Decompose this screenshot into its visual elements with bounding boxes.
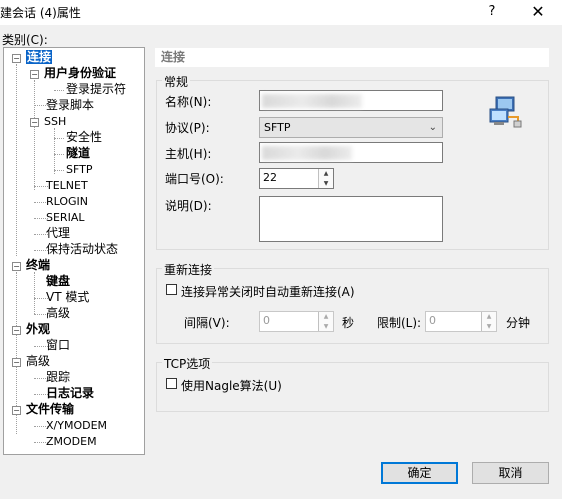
tree-item-xymodem[interactable]: X/YMODEM — [46, 419, 107, 432]
collapse-icon[interactable]: − — [12, 406, 21, 415]
interval-spinner[interactable]: ▲ ▼ — [318, 312, 333, 331]
category-tree[interactable]: − − − − − − − 连接 用户身份验证 登录提示符 登录脚本 SSH 安… — [3, 47, 145, 455]
redacted-host — [262, 146, 352, 160]
tree-item-login-script[interactable]: 登录脚本 — [46, 99, 94, 112]
general-group-title: 常规 — [162, 73, 191, 90]
nagle-checkbox[interactable] — [166, 378, 177, 389]
tree-item-connection[interactable]: 连接 — [26, 50, 53, 64]
tree-item-appearance[interactable]: 外观 — [26, 323, 50, 336]
minutes-label: 分钟 — [506, 316, 531, 330]
tree-item-keyboard[interactable]: 键盘 — [46, 275, 70, 288]
description-label: 说明(D): — [165, 199, 212, 213]
protocol-select[interactable]: SFTP ⌄ — [259, 117, 443, 138]
tree-item-trace[interactable]: 跟踪 — [46, 371, 70, 384]
ok-button[interactable]: 确定 — [381, 462, 458, 484]
protocol-label: 协议(P): — [165, 121, 210, 135]
tree-item-rlogin[interactable]: RLOGIN — [46, 195, 88, 208]
network-computer-icon — [488, 95, 522, 129]
category-label: 类别(C): — [2, 33, 48, 47]
limit-spinner[interactable]: ▲ ▼ — [481, 312, 496, 331]
host-label: 主机(H): — [165, 147, 212, 161]
tree-item-zmodem[interactable]: ZMODEM — [46, 435, 97, 448]
description-input[interactable] — [259, 196, 443, 242]
collapse-icon[interactable]: − — [12, 326, 21, 335]
tree-item-login-prompt[interactable]: 登录提示符 — [66, 83, 126, 96]
cancel-button[interactable]: 取消 — [472, 462, 549, 484]
collapse-icon[interactable]: − — [30, 118, 39, 127]
interval-value: 0 — [263, 314, 270, 327]
tree-item-window[interactable]: 窗口 — [46, 339, 70, 352]
tree-item-advanced[interactable]: 高级 — [26, 355, 50, 368]
port-value: 22 — [263, 171, 277, 184]
seconds-label: 秒 — [342, 316, 355, 330]
help-button[interactable]: ? — [478, 0, 506, 25]
auto-reconnect-checkbox[interactable] — [166, 284, 177, 295]
window-title: 新建会话 (4)属性 — [0, 6, 81, 20]
tree-item-proxy[interactable]: 代理 — [46, 227, 70, 240]
tree-item-ssh[interactable]: SSH — [44, 115, 66, 128]
tree-item-user-auth[interactable]: 用户身份验证 — [44, 67, 116, 80]
section-title: 连接 — [155, 48, 549, 67]
tree-item-keepalive[interactable]: 保持活动状态 — [46, 243, 118, 256]
protocol-value: SFTP — [264, 121, 291, 134]
tree-item-terminal[interactable]: 终端 — [26, 259, 50, 272]
port-label: 端口号(O): — [165, 172, 224, 186]
name-label: 名称(N): — [165, 95, 212, 109]
tree-item-tunnel[interactable]: 隧道 — [66, 147, 90, 160]
chevron-down-icon: ⌄ — [428, 122, 437, 133]
interval-label: 间隔(V): — [184, 316, 230, 330]
nagle-label: 使用Nagle算法(U) — [181, 379, 282, 393]
reconnect-group-title: 重新连接 — [162, 261, 215, 278]
port-input[interactable]: 22 ▲ ▼ — [259, 168, 334, 189]
reconnect-group — [156, 268, 549, 344]
tree-item-file-transfer[interactable]: 文件传输 — [26, 403, 74, 416]
tree-item-security[interactable]: 安全性 — [66, 131, 102, 144]
close-button[interactable]: ✕ — [524, 0, 552, 25]
interval-input[interactable]: 0 ▲ ▼ — [259, 311, 334, 332]
limit-input[interactable]: 0 ▲ ▼ — [425, 311, 497, 332]
tree-item-sftp[interactable]: SFTP — [66, 163, 92, 176]
port-spinner[interactable]: ▲ ▼ — [318, 169, 333, 188]
collapse-icon[interactable]: − — [30, 70, 39, 79]
redacted-name — [262, 94, 362, 108]
tree-item-vt-mode[interactable]: VT 模式 — [46, 291, 89, 304]
collapse-icon[interactable]: − — [12, 54, 21, 63]
tree-item-log[interactable]: 日志记录 — [46, 387, 94, 400]
auto-reconnect-label: 连接异常关闭时自动重新连接(A) — [181, 285, 355, 299]
tree-item-serial[interactable]: SERIAL — [46, 211, 84, 224]
collapse-icon[interactable]: − — [12, 262, 21, 271]
tree-item-advanced-terminal[interactable]: 高级 — [46, 307, 70, 320]
limit-label: 限制(L): — [377, 316, 422, 330]
tcp-group-title: TCP选项 — [162, 355, 213, 372]
limit-value: 0 — [429, 314, 436, 327]
collapse-icon[interactable]: − — [12, 358, 21, 367]
tree-item-telnet[interactable]: TELNET — [46, 179, 88, 192]
